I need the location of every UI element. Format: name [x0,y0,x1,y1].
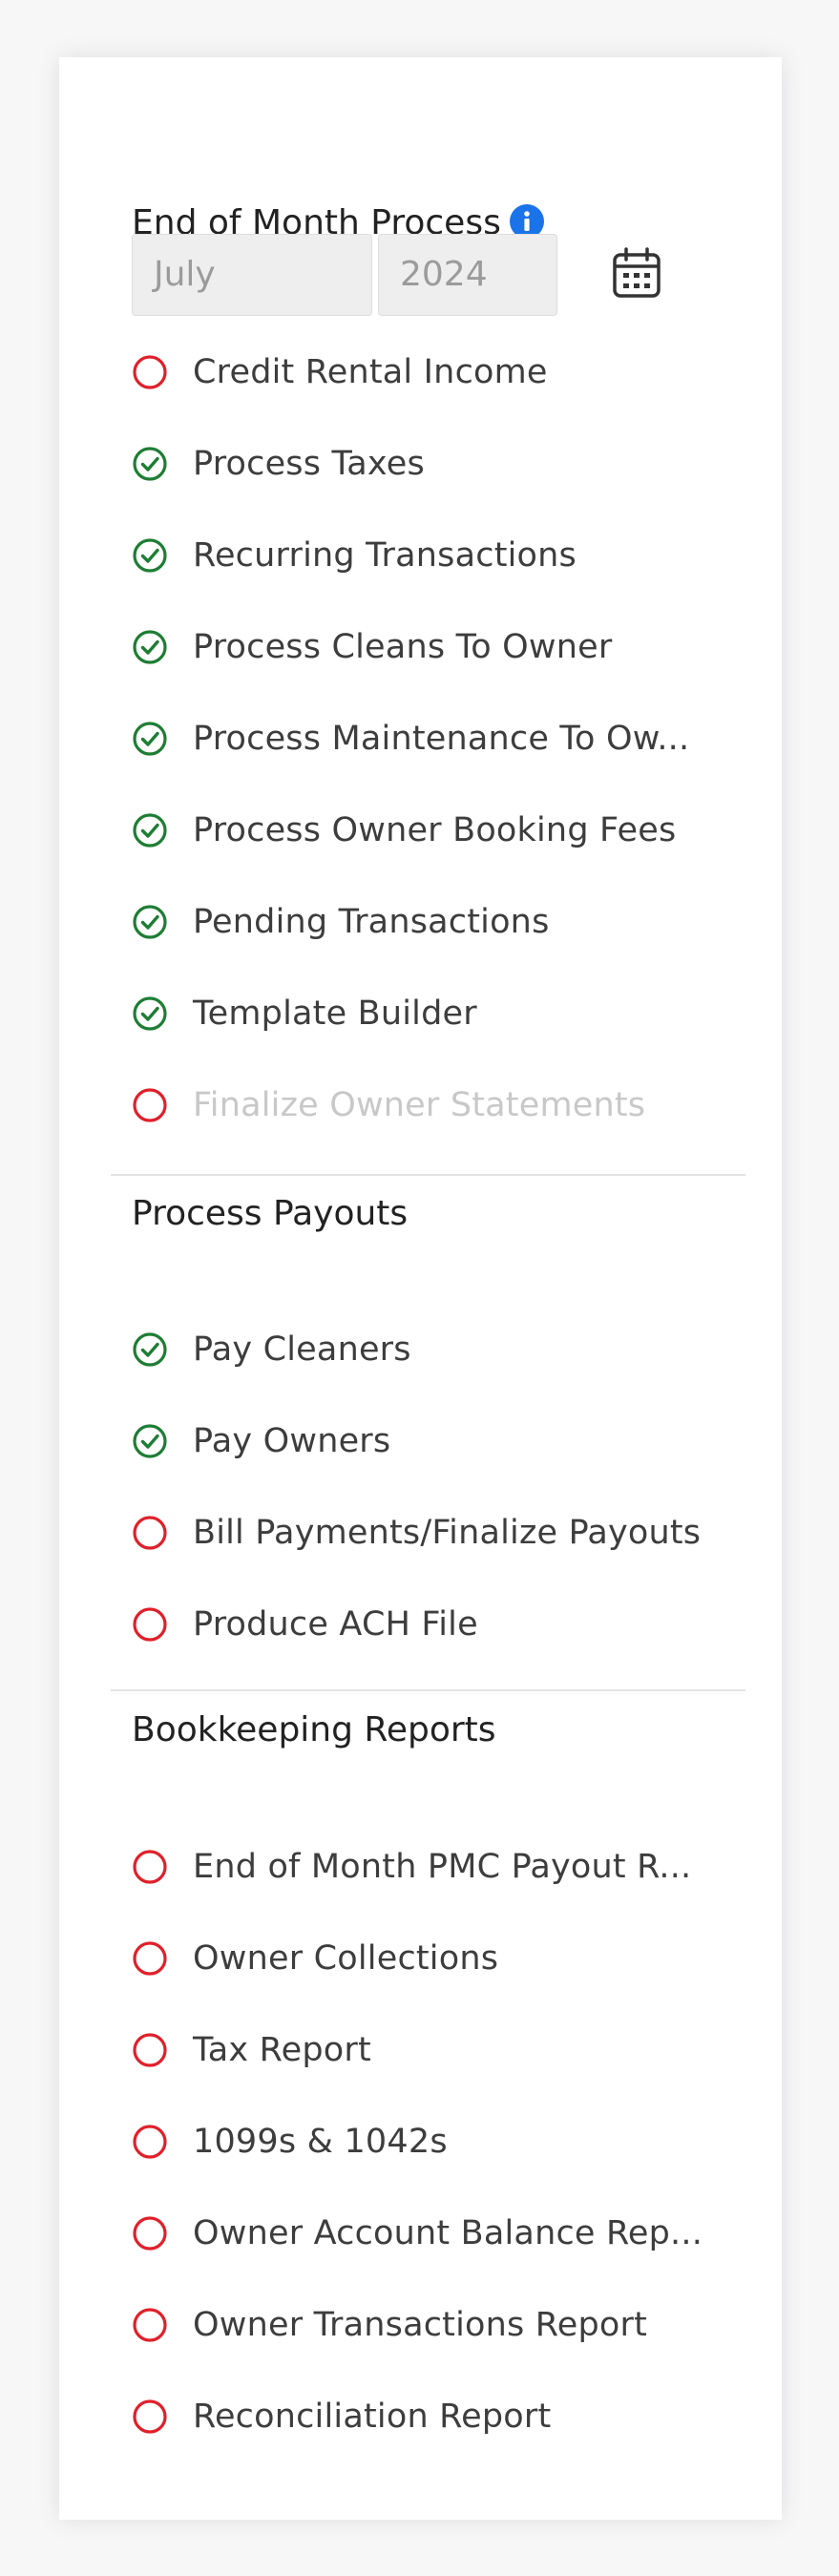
checklist-item[interactable]: Process Taxes [132,441,425,487]
checklist-item-label: Produce ACH File [193,1605,478,1644]
checklist-item[interactable]: Credit Rental Income [132,349,548,395]
checklist-item-label: 1099s & 1042s [193,2123,448,2161]
checklist-item[interactable]: 1099s & 1042s [132,2119,448,2165]
checklist-item-label: Owner Transactions Report [193,2306,648,2344]
empty-circle-icon [132,1606,168,1643]
empty-circle-icon [132,1940,168,1977]
checklist-item-label: Owner Account Balance Rep... [193,2214,703,2252]
checklist-item[interactable]: Produce ACH File [132,1602,478,1647]
checklist-item-label: Process Taxes [193,445,425,483]
checklist-item[interactable]: Recurring Transactions [132,533,577,578]
check-circle-icon [132,1331,168,1368]
checklist-item[interactable]: Process Cleans To Owner [132,624,612,670]
check-circle-icon [132,904,168,940]
checklist-item-label: Tax Report [193,2031,371,2069]
checklist-item-label: End of Month PMC Payout R... [193,1848,692,1886]
check-circle-icon [132,812,168,848]
empty-circle-icon [132,2215,168,2251]
checklist-item-label: Process Cleans To Owner [193,628,613,666]
empty-circle-icon [132,354,168,390]
empty-circle-icon [132,1087,168,1123]
checklist-item[interactable]: Pay Cleaners [132,1327,411,1372]
checklist-item-label: Pending Transactions [193,903,550,941]
checklist-item-label: Owner Collections [193,1939,499,1978]
end-of-month-panel: End of Month Process July 2024 Credit Re… [59,57,782,2520]
check-circle-icon [132,446,168,482]
checklist-item-label: Process Owner Booking Fees [193,811,677,849]
calendar-icon[interactable] [611,246,662,300]
check-circle-icon [132,537,168,574]
process-payouts-heading: Process Payouts [132,1194,409,1233]
check-circle-icon [132,1423,168,1459]
empty-circle-icon [132,1515,168,1551]
bookkeeping-reports-heading: Bookkeeping Reports [132,1710,496,1749]
section-divider [111,1689,745,1691]
empty-circle-icon [132,1849,168,1885]
checklist-item-label: Recurring Transactions [193,536,577,575]
checklist-item[interactable]: Tax Report [132,2027,371,2073]
checklist-item[interactable]: Template Builder [132,991,477,1037]
checklist-item[interactable]: Owner Account Balance Rep... [132,2210,703,2256]
checklist-item[interactable]: Process Owner Booking Fees [132,807,676,853]
checklist-item-label: Bill Payments/Finalize Payouts [193,1514,702,1552]
check-circle-icon [132,721,168,757]
checklist-item-label: Reconciliation Report [193,2398,552,2436]
year-select[interactable]: 2024 [378,234,557,316]
checklist-item[interactable]: Process Maintenance To Ow... [132,716,689,762]
check-circle-icon [132,629,168,665]
empty-circle-icon [132,2398,168,2435]
checklist-item-label: Finalize Owner Statements [193,1086,646,1124]
section-divider [111,1174,745,1176]
empty-circle-icon [132,2307,168,2343]
checklist-item[interactable]: Pending Transactions [132,899,550,945]
checklist-item[interactable]: Owner Transactions Report [132,2302,647,2348]
checklist-item[interactable]: Finalize Owner Statements [132,1082,645,1128]
checklist-item[interactable]: Owner Collections [132,1936,498,1981]
empty-circle-icon [132,2124,168,2160]
checklist-item-label: Process Maintenance To Ow... [193,720,690,758]
checklist-item-label: Credit Rental Income [193,353,548,391]
check-circle-icon [132,995,168,1032]
checklist-item-label: Pay Owners [193,1422,391,1460]
checklist-item[interactable]: End of Month PMC Payout R... [132,1844,691,1890]
checklist-item[interactable]: Pay Owners [132,1418,390,1464]
checklist-item-label: Pay Cleaners [193,1330,411,1369]
checklist-item[interactable]: Bill Payments/Finalize Payouts [132,1510,701,1556]
month-select[interactable]: July [132,234,372,316]
checklist-item[interactable]: Reconciliation Report [132,2394,551,2440]
empty-circle-icon [132,2032,168,2068]
checklist-item-label: Template Builder [193,995,477,1033]
